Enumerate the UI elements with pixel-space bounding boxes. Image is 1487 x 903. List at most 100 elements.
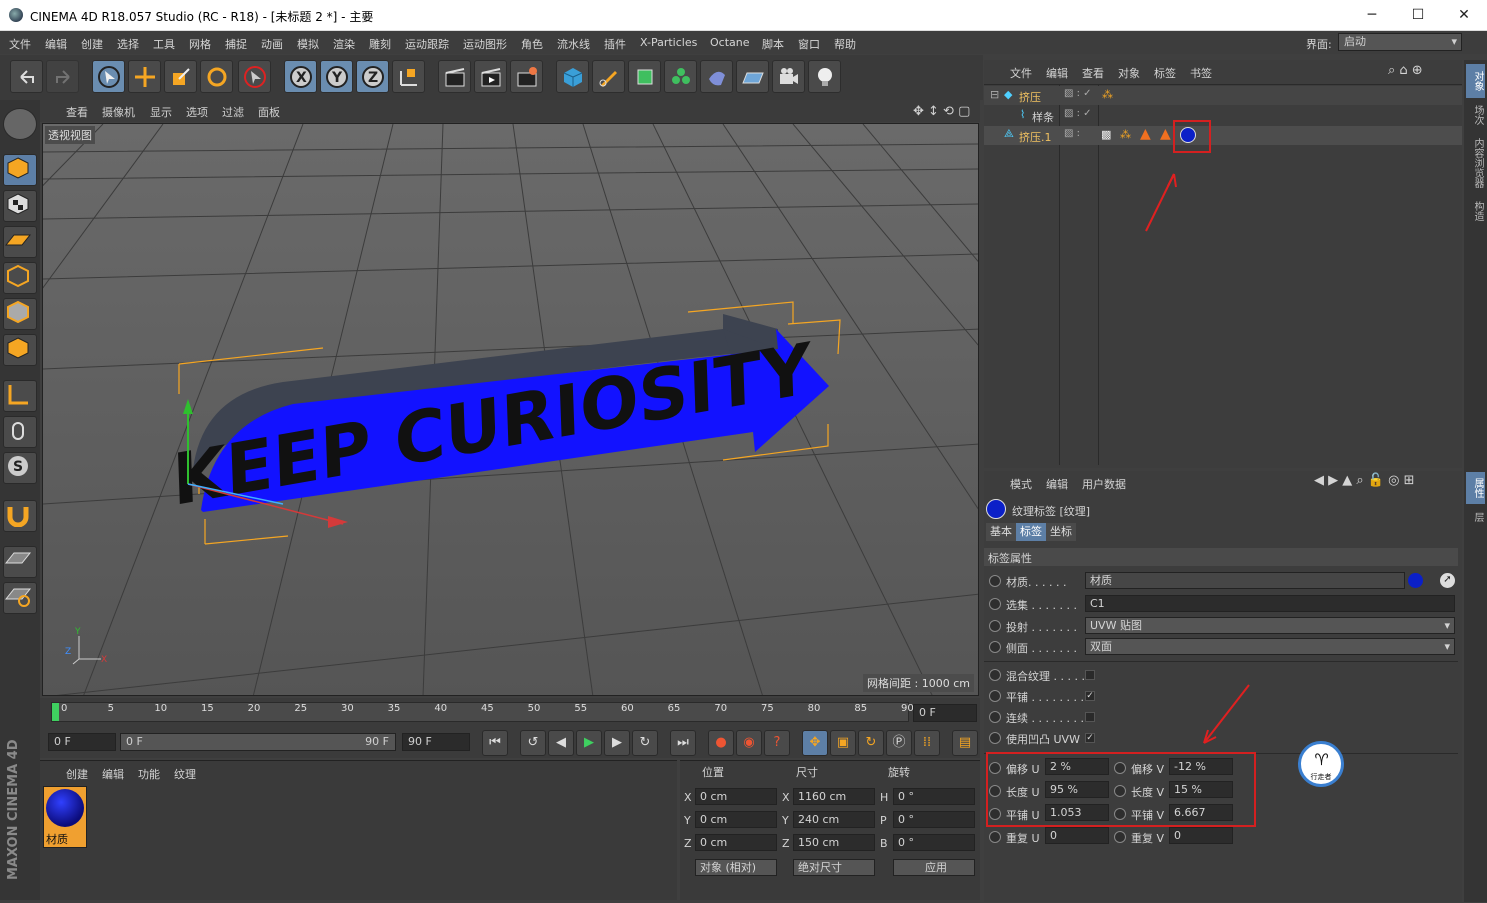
move-button[interactable]: [128, 60, 161, 93]
menu-create[interactable]: 创建: [81, 36, 103, 52]
anim-radio[interactable]: [989, 620, 1001, 632]
anim-radio[interactable]: [1114, 831, 1126, 843]
prev-key-button[interactable]: ↺: [520, 730, 546, 756]
viewport-nav-icons[interactable]: ✥ ↕ ⟲ ▢: [913, 104, 970, 119]
obj-menu-tags[interactable]: 标签: [1154, 65, 1176, 81]
timeline-track[interactable]: [51, 702, 909, 722]
y-axis-button[interactable]: Y: [320, 60, 353, 93]
workplane-lock-button[interactable]: [3, 546, 37, 578]
object-row-spline[interactable]: ⌇ 样条 ▨ : ✓: [984, 106, 1462, 125]
vp-menu-view[interactable]: 查看: [66, 104, 88, 120]
menu-select[interactable]: 选择: [117, 36, 139, 52]
menu-plugins[interactable]: 插件: [604, 36, 626, 52]
menu-motion-tracker[interactable]: 运动跟踪: [405, 36, 449, 52]
floor-button[interactable]: [736, 60, 769, 93]
rot-p-field[interactable]: 0 °: [893, 811, 975, 828]
recent-tool-button[interactable]: [238, 60, 271, 93]
side-tab-objects[interactable]: 对象: [1466, 64, 1485, 98]
size-z-field[interactable]: 150 cm: [793, 834, 875, 851]
menu-xparticles[interactable]: X-Particles: [640, 36, 697, 49]
menu-simulate[interactable]: 模拟: [297, 36, 319, 52]
menu-animate[interactable]: 动画: [261, 36, 283, 52]
size-y-field[interactable]: 240 cm: [793, 811, 875, 828]
timeline-window-button[interactable]: ▤: [952, 730, 978, 756]
coord-mode-select[interactable]: 对象 (相对): [695, 859, 777, 876]
mat-menu-create[interactable]: 创建: [66, 766, 88, 782]
key-pla-button[interactable]: ⁞⁞: [914, 730, 940, 756]
obj-menu-view[interactable]: 查看: [1082, 65, 1104, 81]
redo-button[interactable]: [46, 60, 79, 93]
phong-tag-icon[interactable]: ⁂: [1120, 128, 1131, 141]
projection-select[interactable]: UVW 贴图 ▾: [1085, 617, 1455, 634]
play-button[interactable]: ▶: [576, 730, 602, 756]
autokey-button[interactable]: ◉: [736, 730, 762, 756]
obj-menu-bookmarks[interactable]: 书签: [1190, 65, 1212, 81]
menu-render[interactable]: 渲染: [333, 36, 355, 52]
attr-menu-userdata[interactable]: 用户数据: [1082, 476, 1126, 492]
texture-mode-button[interactable]: [3, 190, 37, 222]
selection-field[interactable]: C1: [1085, 595, 1455, 612]
checker-tag-icon[interactable]: ▩: [1101, 128, 1111, 141]
render-picture-viewer-button[interactable]: [474, 60, 507, 93]
x-axis-button[interactable]: X: [284, 60, 317, 93]
pos-y-field[interactable]: 0 cm: [695, 811, 777, 828]
render-view-button[interactable]: [438, 60, 471, 93]
rotate-button[interactable]: [200, 60, 233, 93]
anim-radio[interactable]: [989, 598, 1001, 610]
material-link-field[interactable]: 材质: [1085, 572, 1405, 589]
menu-mesh[interactable]: 网格: [189, 36, 211, 52]
key-position-button[interactable]: ✥: [802, 730, 828, 756]
next-key-button[interactable]: ↻: [632, 730, 658, 756]
side-tab-attributes[interactable]: 属性: [1466, 472, 1485, 504]
subdivision-button[interactable]: [628, 60, 661, 93]
side-tab-layers[interactable]: 层: [1466, 506, 1485, 528]
menu-octane[interactable]: Octane: [710, 36, 750, 49]
side-select[interactable]: 双面 ▾: [1085, 638, 1455, 655]
obj-manager-search-icon[interactable]: ⌕ ⌂ ⊕: [1388, 63, 1423, 78]
object-row-extrude[interactable]: ⊟ ◆ 挤压 ▨ : ✓ ⁂: [984, 86, 1462, 105]
workplane-align-button[interactable]: [3, 582, 37, 614]
anim-radio[interactable]: [989, 575, 1001, 587]
record-button[interactable]: ●: [708, 730, 734, 756]
anim-radio[interactable]: [989, 711, 1001, 723]
pick-cursor-icon[interactable]: ➚: [1440, 573, 1455, 588]
anim-radio[interactable]: [989, 669, 1001, 681]
key-rotation-button[interactable]: ↻: [858, 730, 884, 756]
go-to-start-button[interactable]: ⏮: [482, 730, 508, 756]
vp-menu-panel[interactable]: 面板: [258, 104, 280, 120]
seamless-checkbox[interactable]: [1085, 712, 1095, 722]
visibility-icon[interactable]: ▨ :: [1064, 128, 1080, 139]
rot-h-field[interactable]: 0 °: [893, 788, 975, 805]
pos-z-field[interactable]: 0 cm: [695, 834, 777, 851]
go-to-end-button[interactable]: ⏭: [670, 730, 696, 756]
size-mode-select[interactable]: 绝对尺寸: [793, 859, 875, 876]
cube-button[interactable]: [556, 60, 589, 93]
pen-button[interactable]: [592, 60, 625, 93]
deformer-button[interactable]: [700, 60, 733, 93]
key-scale-button[interactable]: ▣: [830, 730, 856, 756]
menu-file[interactable]: 文件: [9, 36, 31, 52]
timeline-ruler[interactable]: 0 5 10 15 20 25 30 35 40 45 50 55 60 65 70 75 80 85 90 0 F: [40, 698, 980, 728]
side-tab-takes[interactable]: 场次: [1466, 100, 1485, 130]
mode-sphere-icon[interactable]: [3, 108, 37, 140]
vp-menu-filter[interactable]: 过滤: [222, 104, 244, 120]
mat-menu-edit[interactable]: 编辑: [102, 766, 124, 782]
rot-b-field[interactable]: 0 °: [893, 834, 975, 851]
tile-checkbox[interactable]: ✓: [1085, 691, 1095, 701]
cap-tag-icon[interactable]: ▲: [1160, 126, 1171, 142]
size-x-field[interactable]: 1160 cm: [793, 788, 875, 805]
repeat-v-field[interactable]: 0: [1169, 827, 1233, 844]
cap-tag-icon[interactable]: ▲: [1140, 126, 1151, 142]
attr-menu-mode[interactable]: 模式: [1010, 476, 1032, 492]
menu-snap[interactable]: 捕捉: [225, 36, 247, 52]
attr-menu-edit[interactable]: 编辑: [1046, 476, 1068, 492]
axis-mode-button[interactable]: [3, 380, 37, 412]
collapse-icon[interactable]: ⊟: [990, 88, 999, 101]
workplane-mode-button[interactable]: [3, 226, 37, 258]
apply-button[interactable]: 应用: [893, 859, 975, 876]
camera-button[interactable]: [772, 60, 805, 93]
material-swatch[interactable]: 材质: [43, 786, 87, 848]
menu-character[interactable]: 角色: [521, 36, 543, 52]
close-button[interactable]: ✕: [1441, 0, 1487, 31]
vp-menu-display[interactable]: 显示: [150, 104, 172, 120]
